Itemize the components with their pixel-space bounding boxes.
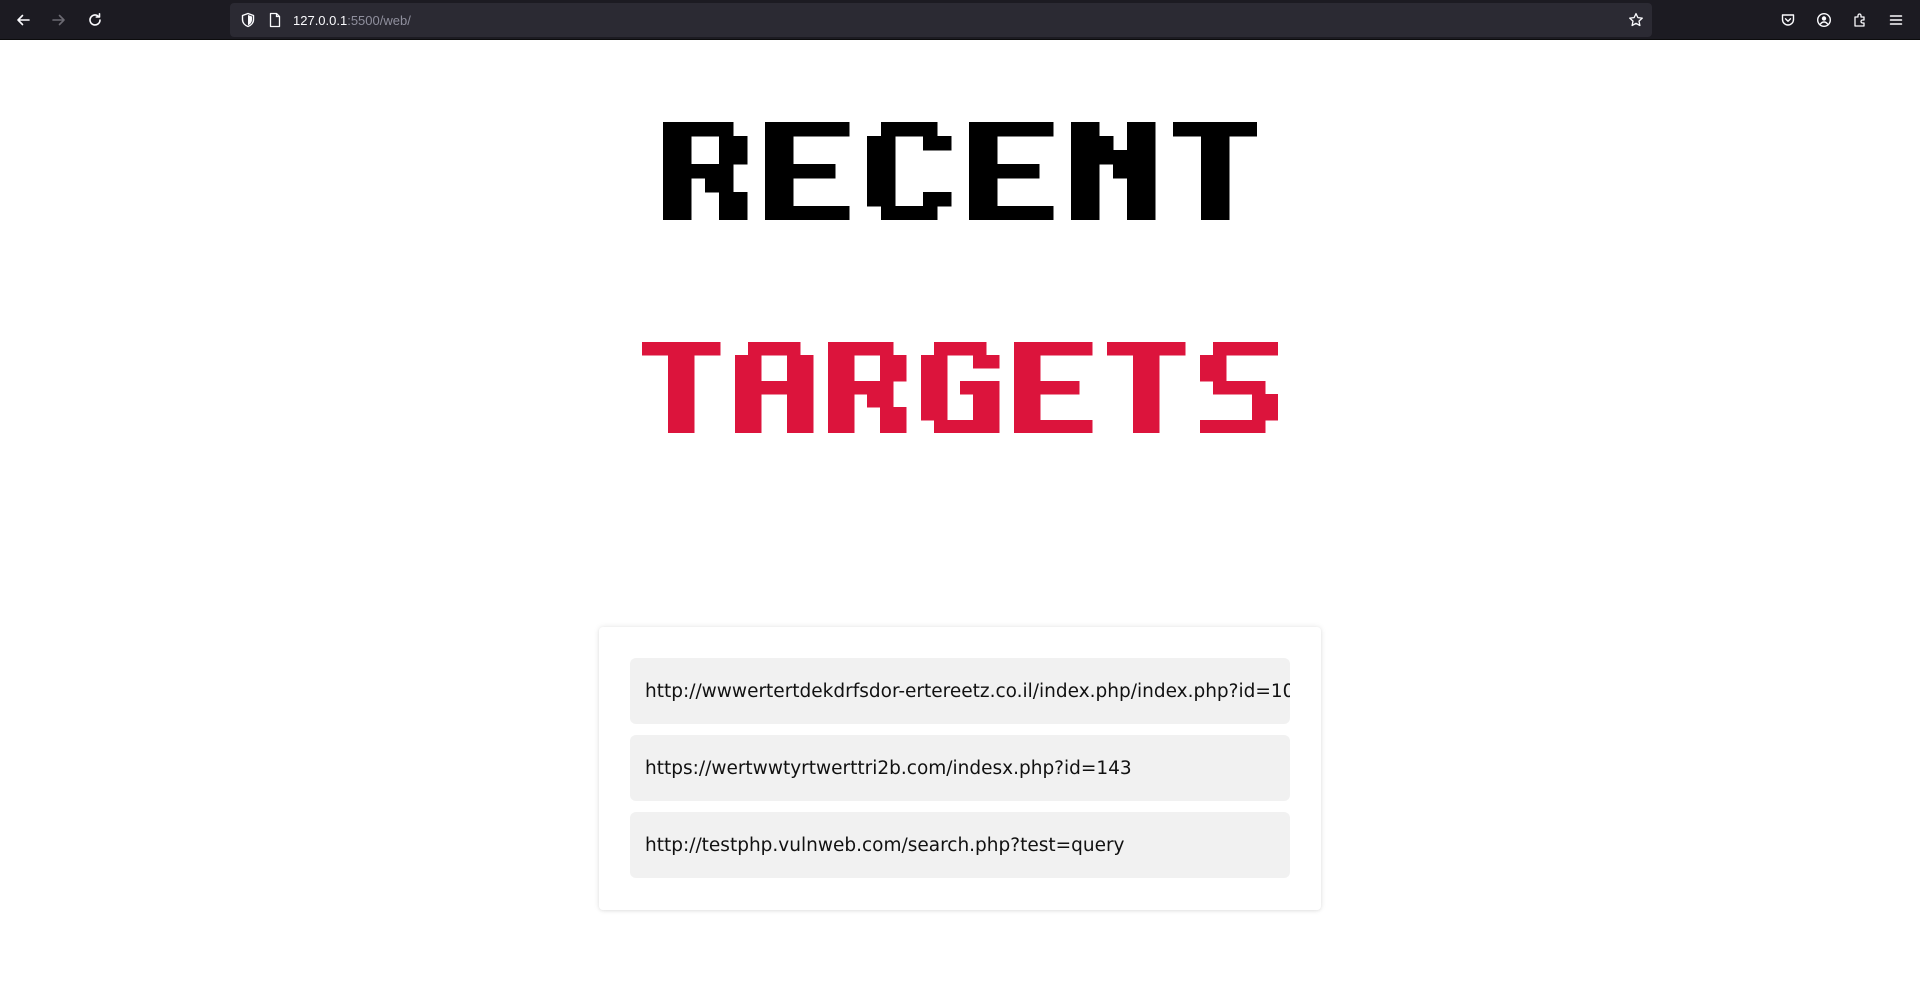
- targets-letter-t: [642, 342, 721, 433]
- recent-letter-r: [663, 122, 748, 220]
- target-item-2[interactable]: https://wertwwtyrtwerttri2b.com/indesx.p…: [630, 735, 1290, 801]
- recent-letter-t: [1173, 122, 1257, 220]
- pocket-icon: [1781, 14, 1795, 26]
- targets-letter-g: [921, 342, 1000, 433]
- target-item-1[interactable]: http://wwwertertdekdrfsdor-ertereetz.co.…: [630, 658, 1290, 724]
- browser-toolbar: 127.0.0.1:5500/web/: [0, 0, 1920, 40]
- targets-letter-s: [1200, 342, 1278, 433]
- title-targets: [0, 342, 1920, 433]
- targets-letter-t: [1107, 342, 1186, 433]
- back-button[interactable]: [8, 5, 38, 35]
- recent-letter-e: [969, 122, 1054, 220]
- targets-letter-a: [735, 342, 814, 433]
- page-icon[interactable]: [267, 12, 283, 28]
- reload-button[interactable]: [80, 5, 110, 35]
- bookmark-star-icon[interactable]: [1628, 12, 1644, 28]
- page-content: http://wwwertertdekdrfsdor-ertereetz.co.…: [0, 40, 1920, 985]
- account-button[interactable]: [1809, 5, 1839, 35]
- reload-icon: [89, 13, 101, 26]
- url-host: 127.0.0.1: [293, 13, 348, 28]
- puzzle-icon: [1854, 13, 1865, 27]
- arrow-left-icon: [17, 14, 30, 26]
- targets-letter-r: [828, 342, 907, 433]
- account-icon: [1816, 12, 1832, 28]
- target-url: http://testphp.vulnweb.com/search.php?te…: [645, 834, 1125, 856]
- recent-letter-c: [867, 122, 952, 220]
- shield-icon[interactable]: [240, 12, 256, 28]
- recent-letter-e: [765, 122, 850, 220]
- hamburger-menu-icon: [1889, 15, 1903, 25]
- target-url: https://wertwwtyrtwerttri2b.com/indesx.p…: [645, 757, 1132, 779]
- extensions-button[interactable]: [1845, 5, 1875, 35]
- forward-button[interactable]: [44, 5, 74, 35]
- title-recent-pixel-text: [663, 122, 1257, 220]
- url-bar[interactable]: 127.0.0.1:5500/web/: [230, 3, 1652, 37]
- url-text[interactable]: 127.0.0.1:5500/web/: [293, 13, 411, 29]
- recent-targets-card: http://wwwertertdekdrfsdor-ertereetz.co.…: [599, 627, 1321, 910]
- title-targets-pixel-text: [642, 342, 1278, 433]
- target-url: http://wwwertertdekdrfsdor-ertereetz.co.…: [645, 680, 1290, 702]
- recent-letter-n: [1071, 122, 1156, 220]
- arrow-right-icon: [52, 14, 65, 26]
- target-item-3[interactable]: http://testphp.vulnweb.com/search.php?te…: [630, 812, 1290, 878]
- menu-button[interactable]: [1881, 5, 1911, 35]
- pocket-button[interactable]: [1773, 5, 1803, 35]
- title-recent: [0, 122, 1920, 220]
- targets-letter-e: [1014, 342, 1093, 433]
- url-path: :5500/web/: [347, 13, 411, 28]
